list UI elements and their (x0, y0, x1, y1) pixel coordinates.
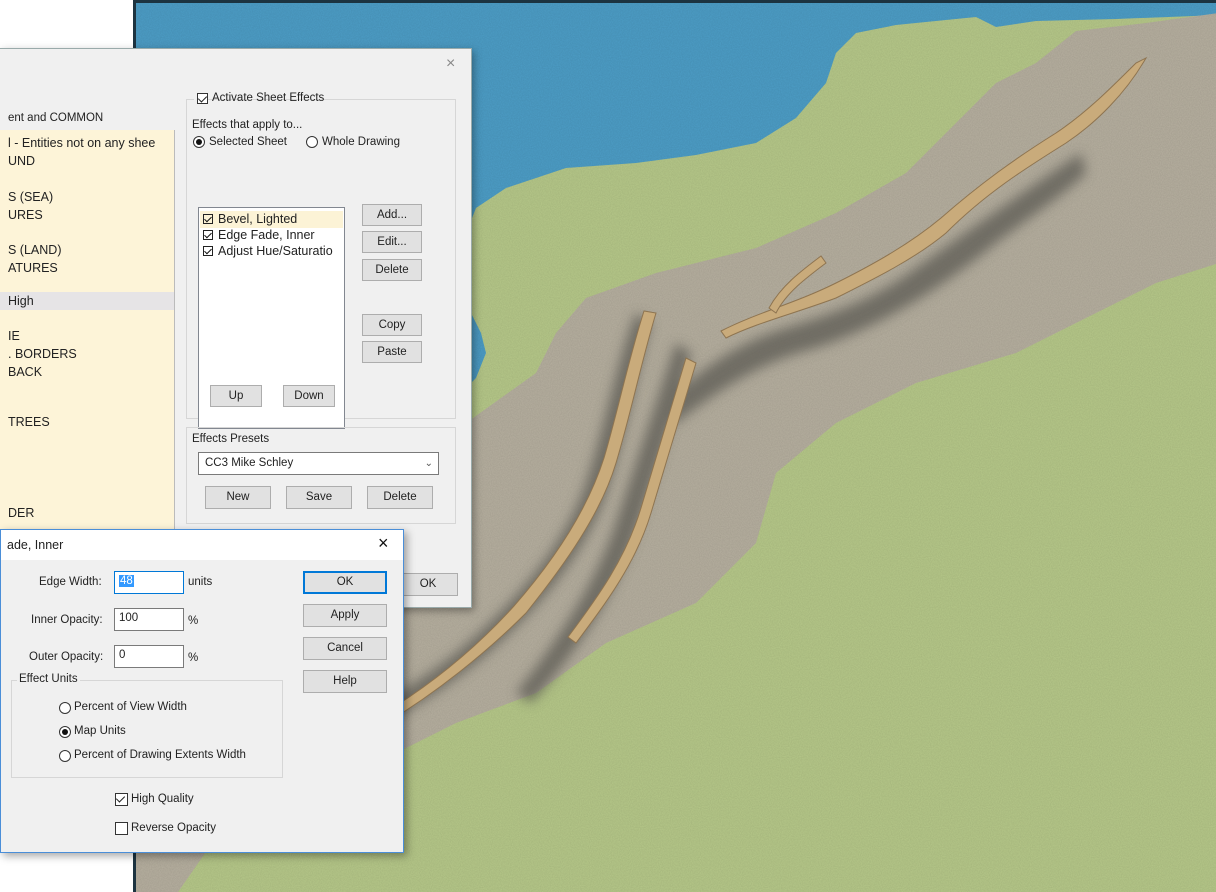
close-icon[interactable]: × (378, 533, 389, 554)
sheet-item[interactable]: URES (8, 208, 43, 222)
sheet-item[interactable]: UND (8, 154, 35, 168)
chevron-down-icon: ⌄ (424, 458, 433, 469)
dialog-title: ade, Inner (7, 538, 64, 552)
effect-checkbox[interactable] (203, 214, 213, 224)
selected-sheet-label: Selected Sheet (209, 136, 288, 148)
save-preset-button[interactable]: Save (286, 486, 352, 509)
sheet-item[interactable]: IE (8, 329, 20, 343)
preset-dropdown[interactable]: CC3 Mike Schley ⌄ (198, 452, 439, 475)
effect-item[interactable]: Bevel, Lighted (203, 212, 297, 226)
map-units-radio[interactable] (59, 726, 71, 738)
copy-effect-button[interactable]: Copy (362, 314, 422, 336)
delete-effect-button[interactable]: Delete (362, 259, 422, 281)
sheet-item[interactable]: BACK (8, 365, 42, 379)
edge-width-label: Edge Width: (39, 576, 102, 588)
effect-checkbox[interactable] (203, 230, 213, 240)
new-preset-button[interactable]: New (205, 486, 271, 509)
sheet-item[interactable]: ATURES (8, 261, 58, 275)
activate-effects-row[interactable]: Activate Sheet Effects (194, 91, 324, 107)
selected-sheet-radio[interactable] (193, 136, 205, 148)
effect-label: Edge Fade, Inner (218, 228, 315, 242)
effect-checkbox[interactable] (203, 246, 213, 256)
whole-drawing-radio[interactable] (306, 136, 318, 148)
outer-opacity-value: 0 (119, 649, 126, 661)
sheet-ok-button[interactable]: OK (398, 573, 458, 596)
apply-button[interactable]: Apply (303, 604, 387, 627)
percent-drawing-extents-label: Percent of Drawing Extents Width (74, 749, 246, 761)
sheet-item[interactable]: S (SEA) (8, 190, 53, 204)
map-units-label: Map Units (74, 725, 126, 737)
percent-view-width-radio[interactable] (59, 702, 71, 714)
cancel-button[interactable]: Cancel (303, 637, 387, 660)
effect-item[interactable]: Adjust Hue/Saturatio (203, 244, 333, 258)
help-button[interactable]: Help (303, 670, 387, 693)
percent-drawing-extents-radio[interactable] (59, 750, 71, 762)
outer-opacity-label: Outer Opacity: (29, 651, 104, 663)
percent-view-width-label: Percent of View Width (74, 701, 187, 713)
edge-width-value: 48 (119, 575, 134, 587)
presets-label: Effects Presets (192, 433, 270, 445)
edge-width-input[interactable]: 48 (114, 571, 184, 594)
activate-effects-checkbox[interactable] (197, 93, 208, 104)
preset-value: CC3 Mike Schley (205, 457, 294, 469)
reverse-opacity-label: Reverse Opacity (131, 822, 217, 834)
edge-fade-dialog: ade, Inner × Edge Width: 48 units Inner … (0, 529, 404, 853)
sheet-item[interactable]: S (LAND) (8, 243, 61, 257)
move-down-button[interactable]: Down (283, 385, 335, 407)
paste-effect-button[interactable]: Paste (362, 341, 422, 363)
add-effect-button[interactable]: Add... (362, 204, 422, 226)
inner-opacity-unit: % (188, 615, 199, 627)
close-icon[interactable]: × (446, 55, 455, 73)
dialog-title-bar[interactable]: ade, Inner × (1, 530, 403, 560)
sheet-item[interactable]: TREES (8, 415, 50, 429)
high-quality-checkbox[interactable] (115, 793, 128, 806)
applies-to-label: Effects that apply to... (192, 119, 303, 131)
sheet-list-header: ent and COMMON (8, 112, 104, 124)
outer-opacity-unit: % (188, 652, 199, 664)
effect-label: Adjust Hue/Saturatio (218, 244, 333, 258)
effect-item[interactable]: Edge Fade, Inner (203, 228, 315, 242)
outer-opacity-input[interactable]: 0 (114, 645, 184, 668)
whole-drawing-label: Whole Drawing (322, 136, 400, 148)
sheet-item[interactable]: DER (8, 506, 34, 520)
sheet-list[interactable]: l - Entities not on any shee UND S (SEA)… (0, 130, 175, 573)
edit-effect-button[interactable]: Edit... (362, 231, 422, 253)
sheet-item[interactable]: l - Entities not on any shee (8, 136, 155, 150)
inner-opacity-label: Inner Opacity: (31, 614, 103, 626)
sheet-effects-dialog: × ent and COMMON l - Entities not on any… (0, 48, 472, 608)
move-up-button[interactable]: Up (210, 385, 262, 407)
effect-units-group (11, 680, 283, 778)
sheet-item-selected[interactable]: High (8, 294, 34, 308)
edge-width-unit: units (188, 576, 213, 588)
inner-opacity-input[interactable]: 100 (114, 608, 184, 631)
sheet-item[interactable]: . BORDERS (8, 347, 77, 361)
effect-label: Bevel, Lighted (218, 212, 298, 226)
activate-effects-label: Activate Sheet Effects (212, 92, 325, 104)
reverse-opacity-checkbox[interactable] (115, 822, 128, 835)
high-quality-label: High Quality (131, 793, 194, 805)
ok-button[interactable]: OK (303, 571, 387, 594)
delete-preset-button[interactable]: Delete (367, 486, 433, 509)
effect-units-label: Effect Units (17, 673, 80, 685)
inner-opacity-value: 100 (119, 612, 139, 624)
